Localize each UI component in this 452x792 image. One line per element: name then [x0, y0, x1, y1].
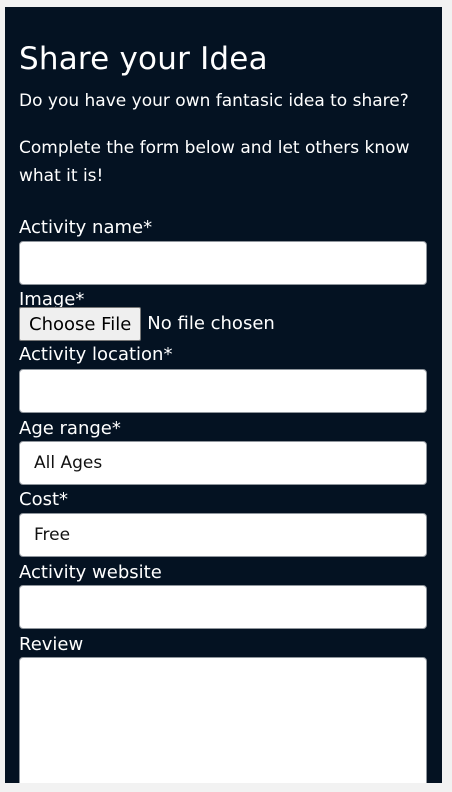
activity-website-input[interactable] — [19, 585, 427, 629]
review-label: Review — [19, 634, 84, 655]
cost-selected-value: Free — [34, 525, 71, 545]
activity-location-input[interactable] — [19, 369, 427, 413]
activity-name-input[interactable] — [19, 241, 427, 285]
form-instructions: Complete the form below and let others k… — [19, 138, 410, 186]
activity-website-label: Activity website — [19, 562, 162, 583]
image-file-picker[interactable]: Choose File No file chosen — [19, 307, 275, 341]
age-range-label: Age range* — [19, 418, 121, 439]
choose-file-button[interactable]: Choose File — [19, 307, 142, 341]
age-range-select[interactable]: All Ages — [19, 441, 427, 485]
age-range-selected-value: All Ages — [34, 453, 103, 473]
share-idea-form-page: Share your Idea Do you have your own fan… — [5, 7, 442, 783]
intro-text: Do you have your own fantasic idea to sh… — [19, 91, 409, 111]
activity-location-label: Activity location* — [19, 344, 173, 365]
cost-label: Cost* — [19, 489, 69, 510]
cost-select[interactable]: Free — [19, 513, 427, 557]
activity-name-label: Activity name* — [19, 217, 153, 238]
page-title: Share your Idea — [19, 41, 268, 77]
file-status-text: No file chosen — [147, 313, 275, 334]
review-textarea[interactable] — [19, 657, 427, 783]
